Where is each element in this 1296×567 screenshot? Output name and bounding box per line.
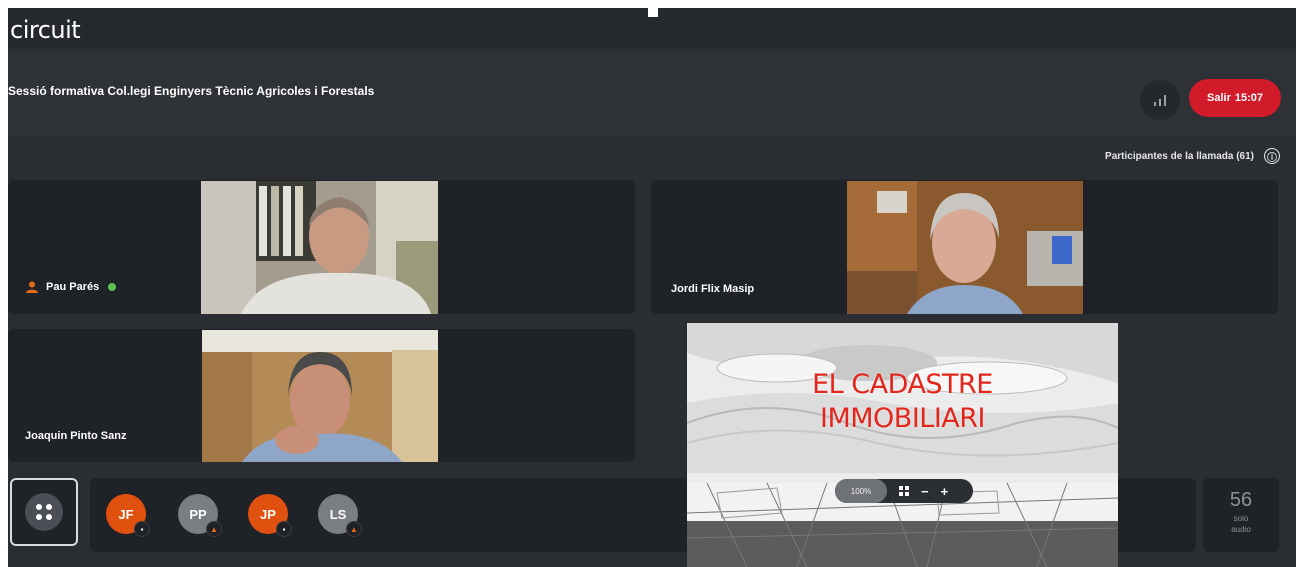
call-stats-button[interactable] [1140,80,1180,120]
participant-video [202,330,438,462]
zoom-out-button[interactable]: − [921,484,929,499]
speaking-indicator [108,283,117,291]
participant-name: Jordi Flix Masip [671,283,754,295]
participant-video [847,181,1083,314]
slide-background-image [687,323,1118,567]
audio-only-label-2: audio [1231,525,1251,534]
participant-avatar-jf[interactable]: JF ▪ [106,494,150,537]
leave-call-button[interactable]: Salir 15:07 [1189,79,1281,117]
call-duration: 15:07 [1234,92,1263,104]
participant-avatar-pp[interactable]: PP ▲ [178,494,222,537]
fit-screen-icon[interactable] [899,484,909,499]
meeting-header: Sessió formativa Col.legi Enginyers Tècn… [8,52,1296,136]
meeting-title: Sessió formativa Col.legi Enginyers Tècn… [8,84,375,98]
signal-bars-icon [1154,95,1166,106]
participant-name-label: Pau Parés [46,281,100,293]
participant-tile-pau-pares[interactable]: Pau Parés [8,180,635,314]
user-moderator-icon [26,281,38,293]
screen-share-controls: 100% − + [835,479,973,503]
audio-only-participants[interactable]: 56 solo audio [1203,478,1279,552]
participant-tile-jordi-flix-masip[interactable]: Jordi Flix Masip [651,180,1278,314]
circuit-app-window: circuit Sessió formativa Col.legi Enginy… [8,8,1296,567]
participant-name-label: Jordi Flix Masip [671,283,755,295]
participant-name: Joaquin Pinto Sanz [25,430,126,442]
participant-name-label: Joaquin Pinto Sanz [25,430,127,442]
screen-share-view[interactable]: EL CADASTRE IMMOBILIARI 100% − + [687,323,1118,567]
video-camera-icon: ▪ [134,521,150,537]
participant-avatar-jp[interactable]: JP ▪ [248,494,292,537]
avatar-initials: JP [260,506,276,522]
participants-bar: Participantes de la llamada (61) ⓘ [8,138,1296,176]
user-moderator-icon: ▲ [206,521,222,537]
zoom-level: 100% [835,479,887,503]
participants-count-link[interactable]: Participantes de la llamada (61) [1105,151,1254,162]
audio-only-count: 56 [1229,489,1253,511]
participant-name: Pau Parés [25,280,117,294]
slide-title-line-1: EL CADASTRE [812,369,993,400]
user-moderator-icon: ▲ [346,521,362,537]
avatar-initials: PP [189,506,207,522]
participant-tile-joaquin-pinto-sanz[interactable]: Joaquin Pinto Sanz [8,329,635,462]
info-icon[interactable]: ⓘ [1264,148,1280,164]
window-handle [648,8,658,17]
participant-video [201,181,438,314]
video-camera-icon: ▪ [276,521,292,537]
avatar-initials: LS [329,506,347,522]
circuit-logo: circuit [10,16,81,44]
audio-only-label-1: solo [1233,514,1249,523]
grid-view-toggle-button[interactable] [10,478,78,546]
slide-title-line-2: IMMOBILIARI [820,403,986,434]
grid-dots-icon [25,493,63,531]
participant-avatar-ls[interactable]: LS ▲ [318,494,362,537]
zoom-in-button[interactable]: + [941,484,949,499]
avatar-initials: JF [118,506,134,522]
leave-button-label: Salir [1207,92,1231,104]
